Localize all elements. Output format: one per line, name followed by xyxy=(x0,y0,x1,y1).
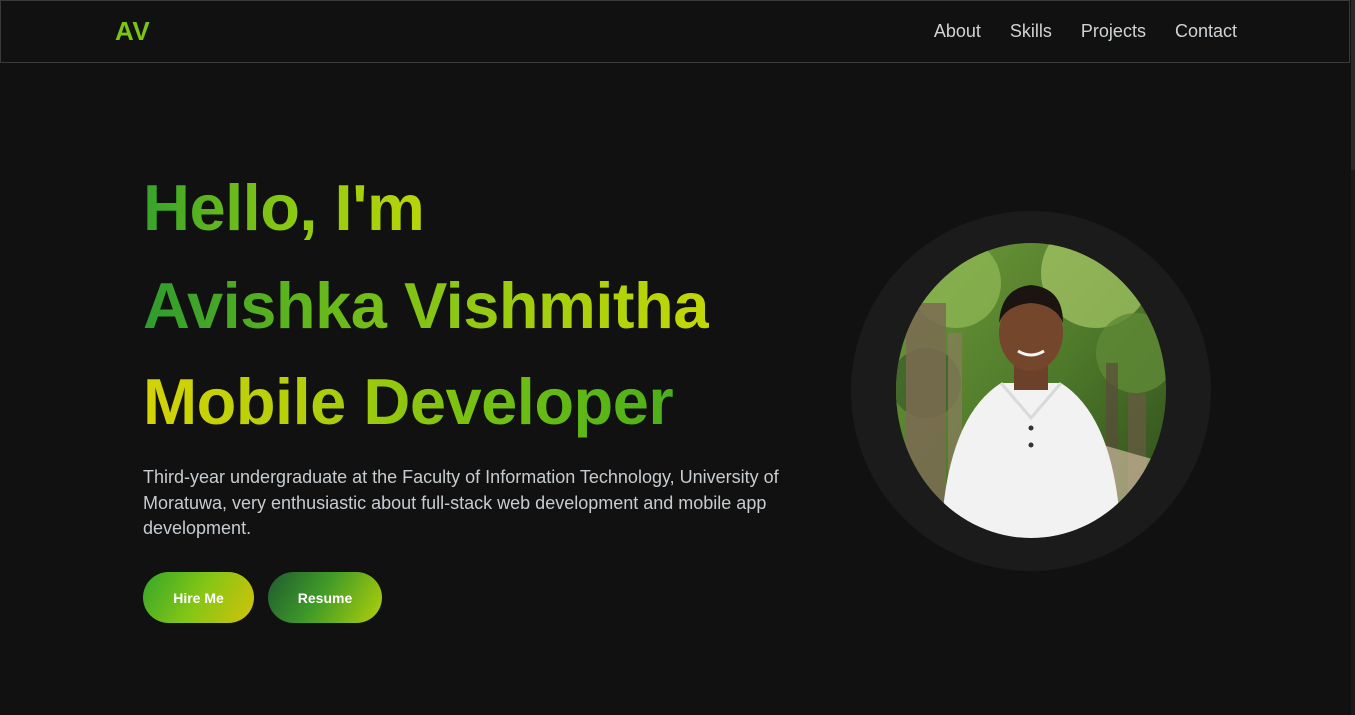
nav-links: About Skills Projects Contact xyxy=(934,21,1237,42)
hero-name: Avishka Vishmitha xyxy=(143,269,709,342)
hire-me-button[interactable]: Hire Me xyxy=(143,572,254,623)
nav-link-contact[interactable]: Contact xyxy=(1175,21,1237,42)
hero-bio: Third-year undergraduate at the Faculty … xyxy=(143,467,779,538)
hero-greeting: Hello, I'm xyxy=(143,171,425,244)
site-logo[interactable]: AV xyxy=(115,16,150,47)
profile-photo-illustration xyxy=(896,243,1166,538)
hero-role: Mobile Developer xyxy=(143,365,674,438)
nav-link-about[interactable]: About xyxy=(934,21,981,42)
nav-link-skills[interactable]: Skills xyxy=(1010,21,1052,42)
nav-link-projects[interactable]: Projects xyxy=(1081,21,1146,42)
top-navbar: AV About Skills Projects Contact xyxy=(0,0,1350,63)
profile-photo xyxy=(896,243,1166,538)
resume-button[interactable]: Resume xyxy=(268,572,382,623)
scrollbar-thumb[interactable] xyxy=(1351,0,1355,170)
